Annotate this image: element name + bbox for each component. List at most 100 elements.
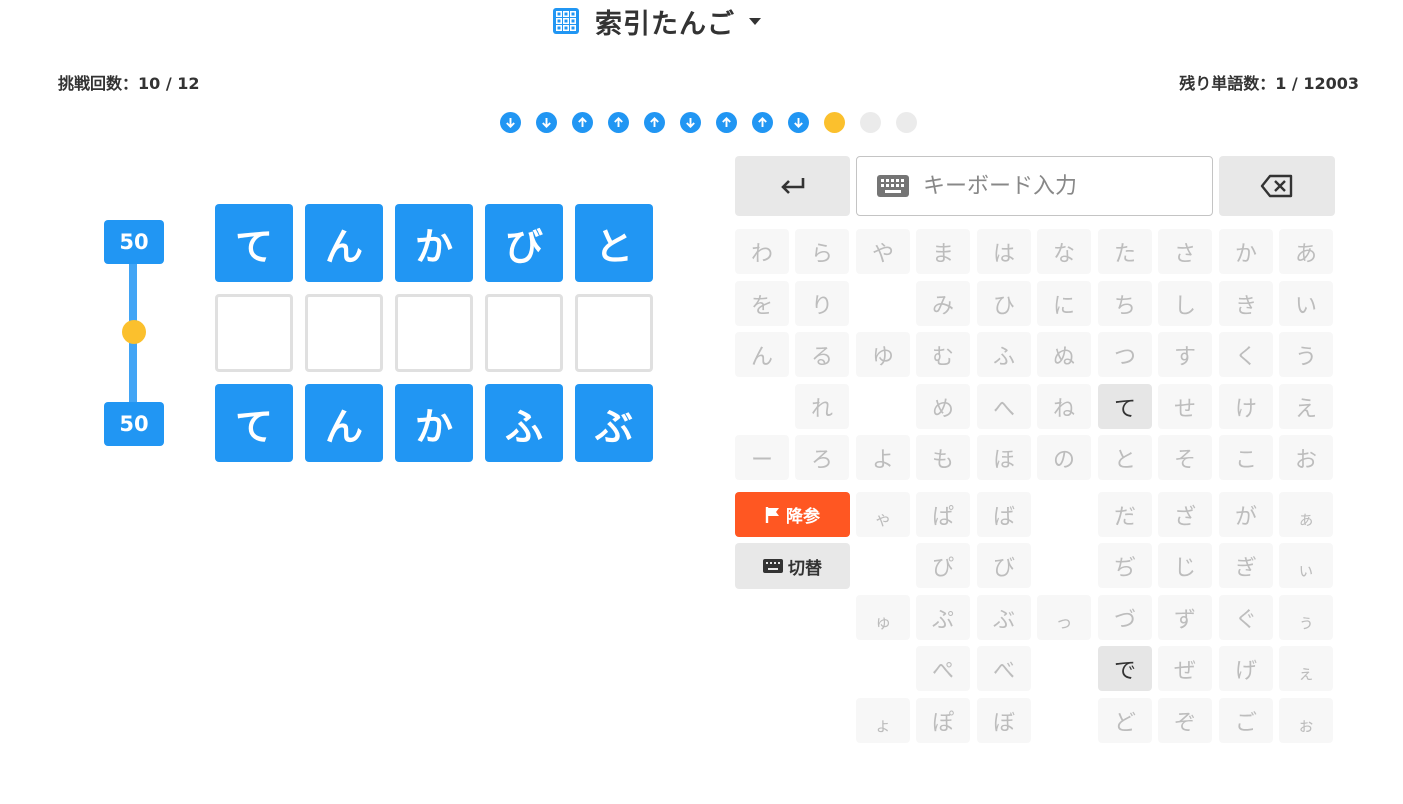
kana-key[interactable]: で xyxy=(1098,646,1152,691)
kana-key[interactable]: わ xyxy=(735,229,789,274)
kana-key[interactable]: や xyxy=(856,229,910,274)
kana-key[interactable]: て xyxy=(1098,384,1152,429)
title-menu[interactable]: 索引たんご xyxy=(553,4,761,40)
kana-key[interactable]: ち xyxy=(1098,281,1152,326)
kana-key[interactable]: づ xyxy=(1098,595,1152,640)
kana-key[interactable]: ぬ xyxy=(1037,332,1091,377)
kana-key[interactable]: ぞ xyxy=(1158,698,1212,743)
kana-key[interactable]: ろ xyxy=(795,435,849,480)
kana-key[interactable]: い xyxy=(1279,281,1333,326)
kana-key[interactable]: か xyxy=(1219,229,1273,274)
kana-key[interactable]: へ xyxy=(977,384,1031,429)
kana-key[interactable]: が xyxy=(1219,492,1273,537)
backspace-button[interactable] xyxy=(1219,156,1335,216)
kana-key[interactable]: ぃ xyxy=(1279,543,1333,588)
letter-tile: ん xyxy=(305,204,383,282)
kana-key[interactable]: ぜ xyxy=(1158,646,1212,691)
history-dot-up xyxy=(608,112,629,133)
kana-key[interactable]: し xyxy=(1158,281,1212,326)
kana-key[interactable]: せ xyxy=(1158,384,1212,429)
kana-key[interactable]: を xyxy=(735,281,789,326)
guess-row: てんかふぶ xyxy=(215,384,665,462)
kana-key[interactable]: め xyxy=(916,384,970,429)
kana-key[interactable]: ほ xyxy=(977,435,1031,480)
kana-key[interactable]: の xyxy=(1037,435,1091,480)
kana-key[interactable]: ぉ xyxy=(1279,698,1333,743)
kana-key[interactable]: ぴ xyxy=(916,543,970,588)
kana-key[interactable]: ず xyxy=(1158,595,1212,640)
kana-key[interactable]: ー xyxy=(735,435,789,480)
kana-key[interactable]: り xyxy=(795,281,849,326)
kana-key[interactable]: く xyxy=(1219,332,1273,377)
kana-key[interactable]: ぼ xyxy=(977,698,1031,743)
attempts-counter: 挑戦回数：10 / 12 xyxy=(58,74,200,93)
kana-key[interactable]: っ xyxy=(1037,595,1091,640)
kana-key[interactable]: き xyxy=(1219,281,1273,326)
kana-key[interactable]: ね xyxy=(1037,384,1091,429)
kana-key[interactable]: ぷ xyxy=(916,595,970,640)
kana-key[interactable]: え xyxy=(1279,384,1333,429)
enter-button[interactable] xyxy=(735,156,850,216)
arrow-up-icon xyxy=(650,116,659,127)
kana-key[interactable]: べ xyxy=(977,646,1031,691)
kana-key[interactable]: そ xyxy=(1158,435,1212,480)
kana-key[interactable]: る xyxy=(795,332,849,377)
kana-key[interactable]: こ xyxy=(1219,435,1273,480)
kana-key[interactable]: た xyxy=(1098,229,1152,274)
kana-key[interactable]: ぁ xyxy=(1279,492,1333,537)
kana-key[interactable]: ぢ xyxy=(1098,543,1152,588)
letter-tile: か xyxy=(395,204,473,282)
kana-key[interactable]: じ xyxy=(1158,543,1212,588)
kana-key[interactable]: ら xyxy=(795,229,849,274)
kana-key[interactable]: ぎ xyxy=(1219,543,1273,588)
history-dot-up xyxy=(644,112,665,133)
kana-key[interactable]: ぽ xyxy=(916,698,970,743)
kana-key[interactable]: み xyxy=(916,281,970,326)
header: 索引たんご xyxy=(0,0,1403,44)
kana-key[interactable]: ざ xyxy=(1158,492,1212,537)
kana-key[interactable]: ぶ xyxy=(977,595,1031,640)
kana-key[interactable]: ぐ xyxy=(1219,595,1273,640)
kana-key[interactable]: ば xyxy=(977,492,1031,537)
kana-key[interactable]: び xyxy=(977,543,1031,588)
kana-key[interactable]: さ xyxy=(1158,229,1212,274)
kana-key[interactable]: ど xyxy=(1098,698,1152,743)
kana-key[interactable]: ゅ xyxy=(856,595,910,640)
keyboard-input[interactable] xyxy=(921,172,1205,200)
kana-key[interactable]: ぇ xyxy=(1279,646,1333,691)
kana-key[interactable]: げ xyxy=(1219,646,1273,691)
kana-key[interactable]: ふ xyxy=(977,332,1031,377)
kana-key[interactable]: は xyxy=(977,229,1031,274)
kana-key[interactable]: け xyxy=(1219,384,1273,429)
kana-key[interactable]: ま xyxy=(916,229,970,274)
kana-key[interactable]: ひ xyxy=(977,281,1031,326)
kana-key[interactable]: つ xyxy=(1098,332,1152,377)
kana-key[interactable]: に xyxy=(1037,281,1091,326)
kana-key[interactable]: う xyxy=(1279,332,1333,377)
surrender-button[interactable]: 降参 xyxy=(735,492,850,537)
kana-key[interactable]: す xyxy=(1158,332,1212,377)
arrow-down-icon xyxy=(506,118,515,129)
kana-key[interactable]: む xyxy=(916,332,970,377)
keyboard-input-wrap[interactable] xyxy=(856,156,1213,216)
kana-key[interactable]: な xyxy=(1037,229,1091,274)
switch-input-button[interactable]: 切替 xyxy=(735,543,850,589)
kana-key[interactable]: ご xyxy=(1219,698,1273,743)
slider-handle[interactable] xyxy=(122,320,146,344)
kana-key[interactable]: も xyxy=(916,435,970,480)
kana-key[interactable]: ぺ xyxy=(916,646,970,691)
kana-key[interactable]: ぱ xyxy=(916,492,970,537)
kana-key[interactable]: れ xyxy=(795,384,849,429)
kana-key[interactable]: ゆ xyxy=(856,332,910,377)
history-dot-up xyxy=(716,112,737,133)
kana-key[interactable]: ょ xyxy=(856,698,910,743)
kana-key[interactable]: と xyxy=(1098,435,1152,480)
kana-key[interactable]: だ xyxy=(1098,492,1152,537)
kana-key[interactable]: お xyxy=(1279,435,1333,480)
kana-key[interactable]: あ xyxy=(1279,229,1333,274)
arrow-up-icon xyxy=(578,116,587,127)
kana-key[interactable]: よ xyxy=(856,435,910,480)
kana-key[interactable]: ぅ xyxy=(1279,595,1333,640)
kana-key[interactable]: ゃ xyxy=(856,492,910,537)
kana-key[interactable]: ん xyxy=(735,332,789,377)
